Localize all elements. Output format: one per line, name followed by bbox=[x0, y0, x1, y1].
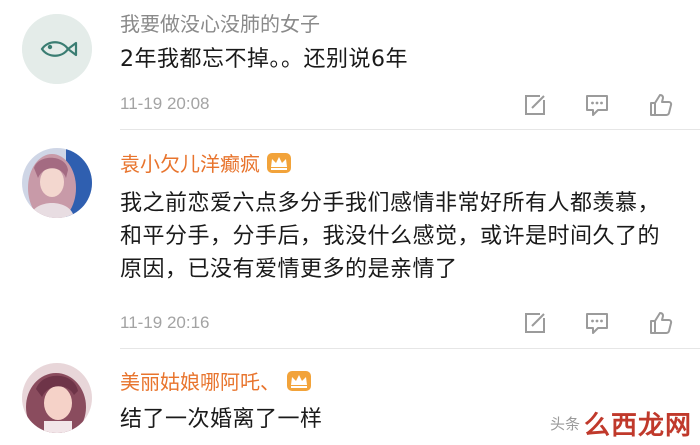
username-text: 美丽姑娘哪阿吒、 bbox=[120, 370, 280, 394]
repost-button[interactable] bbox=[522, 310, 548, 336]
like-button[interactable] bbox=[648, 310, 674, 336]
comment-thread: 我要做没心没肺的女子 2年我都忘不掉。。还别说6年 11-19 20:08 袁小… bbox=[0, 0, 700, 445]
watermark-prefix: 头条 bbox=[549, 414, 580, 433]
like-button[interactable] bbox=[648, 92, 674, 118]
user-photo bbox=[22, 148, 92, 218]
comment-actions bbox=[520, 310, 680, 336]
crown-badge-icon bbox=[287, 371, 311, 391]
comment-actions bbox=[520, 92, 680, 118]
comment-bubble-icon bbox=[586, 313, 608, 334]
username-text: 袁小欠儿洋癫疯 bbox=[120, 152, 260, 176]
comment-username[interactable]: 美丽姑娘哪阿吒、 bbox=[120, 369, 312, 395]
comment-username[interactable]: 我要做没心没肺的女子 bbox=[120, 11, 320, 37]
comment-username[interactable]: 袁小欠儿洋癫疯 bbox=[120, 151, 292, 177]
watermark-brand: 么西龙网 bbox=[583, 410, 692, 441]
watermark: 头条 么西龙网 bbox=[550, 403, 692, 443]
avatar[interactable] bbox=[22, 14, 92, 84]
avatar[interactable] bbox=[22, 363, 92, 433]
comment-timestamp: 11-19 20:16 bbox=[120, 313, 210, 332]
avatar[interactable] bbox=[22, 148, 92, 218]
fish-icon bbox=[22, 14, 92, 84]
share-square-icon bbox=[525, 313, 545, 333]
thumbs-up-icon bbox=[650, 94, 673, 116]
share-square-icon bbox=[525, 95, 545, 115]
comment-item: 袁小欠儿洋癫疯 我之前恋爱六点多分手我们感情非常好所有人都羡慕，和平分手，分手后… bbox=[0, 130, 700, 348]
user-photo bbox=[22, 363, 92, 433]
repost-button[interactable] bbox=[522, 92, 548, 118]
comment-text: 我之前恋爱六点多分手我们感情非常好所有人都羡慕，和平分手，分手后，我没什么感觉，… bbox=[120, 191, 661, 282]
thumbs-up-icon bbox=[650, 312, 673, 334]
reply-button[interactable] bbox=[584, 92, 610, 118]
comment-item: 我要做没心没肺的女子 2年我都忘不掉。。还别说6年 11-19 20:08 bbox=[0, 0, 700, 128]
comment-timestamp: 11-19 20:08 bbox=[120, 94, 210, 113]
comment-text: 2年我都忘不掉。。还别说6年 bbox=[120, 47, 408, 72]
reply-button[interactable] bbox=[584, 310, 610, 336]
comment-bubble-icon bbox=[586, 95, 608, 116]
crown-badge-icon bbox=[267, 153, 291, 173]
